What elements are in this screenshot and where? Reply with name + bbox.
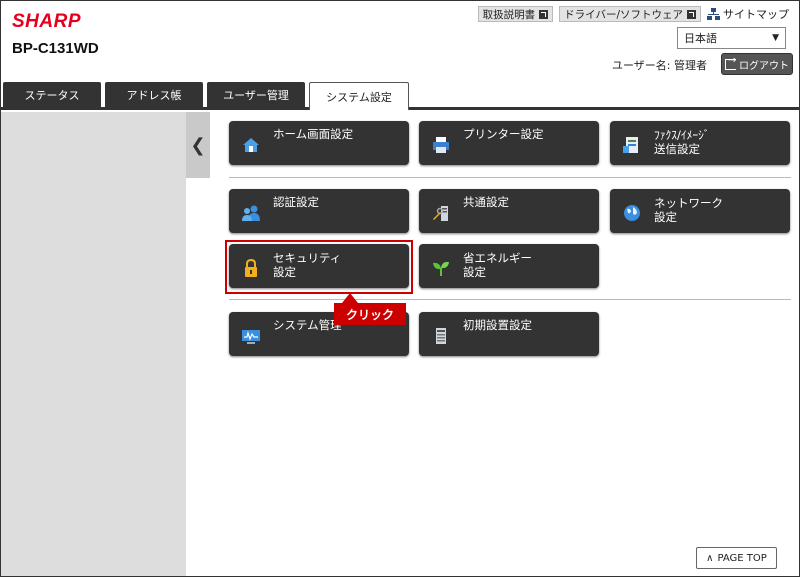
tile-label: システム管理 xyxy=(273,318,342,332)
sharp-logo: SHARP xyxy=(12,11,82,32)
chevron-left-icon: ❮ xyxy=(190,134,206,156)
tile-label: 認証設定 xyxy=(273,195,319,209)
tile-label: 省エネルギー 設定 xyxy=(463,251,532,279)
chevron-up-icon: ∧ xyxy=(706,552,714,564)
sitemap-label: サイトマップ xyxy=(723,8,789,21)
fax-image-send-settings-button[interactable]: ﾌｧｸｽ/ｲﾒｰｼﾞ 送信設定 xyxy=(610,121,790,165)
page-top-button[interactable]: ∧ PAGE TOP xyxy=(696,547,777,569)
home-icon xyxy=(243,138,259,152)
tile-label: 初期設置設定 xyxy=(463,318,532,332)
tile-label: セキュリティ 設定 xyxy=(273,251,342,279)
globe-icon xyxy=(624,205,640,221)
sitemap-link[interactable]: サイトマップ xyxy=(707,6,789,22)
sitemap-icon xyxy=(707,8,720,20)
logout-icon xyxy=(725,55,736,70)
tab-user-management[interactable]: ユーザー管理 xyxy=(207,82,305,108)
language-select[interactable]: 日本語 ▼ xyxy=(677,27,786,49)
tile-label: ﾌｧｸｽ/ｲﾒｰｼﾞ 送信設定 xyxy=(654,128,710,156)
external-link-icon xyxy=(687,9,696,19)
top-links: 取扱説明書 ドライバー/ソフトウェア サイトマップ xyxy=(477,6,789,22)
tab-address-book[interactable]: アドレス帳 xyxy=(105,82,203,108)
security-settings-button[interactable]: セキュリティ 設定 xyxy=(229,244,409,288)
monitor-icon xyxy=(242,330,260,344)
authentication-settings-button[interactable]: 認証設定 xyxy=(229,189,409,233)
user-name-label: ユーザー名: 管理者 xyxy=(612,59,707,72)
external-link-icon xyxy=(539,9,549,19)
tile-label: 共通設定 xyxy=(463,195,509,209)
leaf-icon xyxy=(433,261,449,276)
sidebar-collapse-button[interactable]: ❮ xyxy=(186,112,210,178)
tab-system-settings[interactable]: システム設定 xyxy=(309,82,409,110)
section-divider xyxy=(229,299,791,300)
tools-icon xyxy=(433,206,448,221)
page-frame: SHARP BP-C131WD 取扱説明書 ドライバー/ソフトウェア サイトマッ… xyxy=(0,0,800,577)
sidebar-panel xyxy=(1,112,186,576)
manual-link-label: 取扱説明書 xyxy=(482,8,536,21)
energy-save-settings-button[interactable]: 省エネルギー 設定 xyxy=(419,244,599,288)
network-settings-button[interactable]: ネットワーク 設定 xyxy=(610,189,790,233)
tile-label: ホーム画面設定 xyxy=(273,127,354,141)
common-settings-button[interactable]: 共通設定 xyxy=(419,189,599,233)
tab-status[interactable]: ステータス xyxy=(3,82,101,108)
tile-label: プリンター設定 xyxy=(463,127,544,141)
section-divider xyxy=(229,177,791,178)
printer-icon xyxy=(433,137,449,153)
page-top-label: PAGE TOP xyxy=(717,552,767,564)
manual-link[interactable]: 取扱説明書 xyxy=(477,6,554,22)
initial-setup-settings-button[interactable]: 初期設置設定 xyxy=(419,312,599,356)
driver-link-label: ドライバー/ソフトウェア xyxy=(564,8,683,21)
logout-button[interactable]: ログアウト xyxy=(721,53,793,75)
chevron-down-icon: ▼ xyxy=(772,33,779,43)
driver-software-link[interactable]: ドライバー/ソフトウェア xyxy=(559,6,701,22)
users-icon xyxy=(242,205,260,221)
fax-icon xyxy=(623,137,638,153)
click-callout: クリック xyxy=(334,293,406,325)
logout-label: ログアウト xyxy=(739,60,789,72)
printer-settings-button[interactable]: プリンター設定 xyxy=(419,121,599,165)
tile-label: ネットワーク 設定 xyxy=(654,196,723,224)
model-name: BP-C131WD xyxy=(12,40,99,57)
language-value: 日本語 xyxy=(684,32,717,45)
home-screen-settings-button[interactable]: ホーム画面設定 xyxy=(229,121,409,165)
device-icon xyxy=(436,328,446,344)
lock-icon xyxy=(245,258,257,277)
main-tab-bar: ステータス アドレス帳 ユーザー管理 システム設定 xyxy=(1,82,799,110)
